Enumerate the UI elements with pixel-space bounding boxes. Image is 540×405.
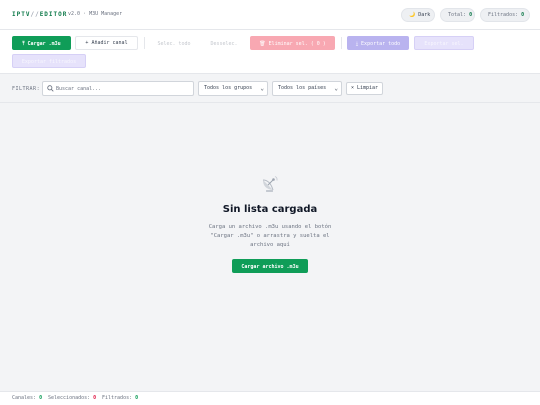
app-header: IPTV//EDITOR v2.0 · M3U Manager 🌙 Dark T…: [0, 0, 540, 30]
satellite-dish-icon: [262, 176, 278, 192]
chevron-down-icon: ⌄: [334, 85, 338, 92]
app-logo: IPTV//EDITOR: [12, 11, 68, 18]
search-icon: [47, 85, 54, 92]
toolbar-divider: [341, 37, 342, 49]
close-icon: ×: [350, 85, 354, 91]
load-m3u-button[interactable]: ⤒ Cargar .m3u: [12, 36, 71, 50]
select-all-button[interactable]: Selec. todo: [150, 36, 198, 50]
toolbar: ⤒ Cargar .m3u + Añadir canal Selec. todo…: [0, 30, 540, 74]
status-bar: Canales: 0 Seleccionados: 0 Filtrados: 0: [0, 391, 540, 405]
status-channels: Canales: 0: [12, 395, 43, 401]
empty-title: Sin lista cargada: [222, 204, 318, 215]
add-channel-button[interactable]: + Añadir canal: [75, 36, 138, 50]
download-icon: ⤓: [355, 41, 359, 47]
country-select[interactable]: Todos los países ⌄: [272, 81, 342, 96]
delete-selected-button[interactable]: 🗑 Eliminar sel. ( 0 ): [250, 36, 335, 50]
status-selected: Seleccionados: 0: [48, 395, 97, 401]
load-file-button[interactable]: Cargar archivo .m3u: [232, 259, 308, 273]
trash-icon: 🗑: [259, 41, 266, 47]
deselect-button[interactable]: Desselec.: [204, 36, 244, 50]
toolbar-divider: [144, 37, 145, 49]
export-selected-button[interactable]: Exportar sel.: [414, 36, 474, 50]
dark-mode-toggle[interactable]: 🌙 Dark: [401, 8, 435, 22]
status-filtered: Filtrados: 0: [102, 395, 139, 401]
app-version: v2.0 · M3U Manager: [68, 11, 123, 17]
empty-description: Carga un archivo .m3u usando el botón "C…: [208, 224, 332, 248]
group-select[interactable]: Todos los grupos ⌄: [198, 81, 268, 96]
filtered-badge: Filtrados: 0: [480, 8, 530, 22]
total-badge: Total: 0: [440, 8, 475, 22]
upload-icon: ⤒: [22, 41, 25, 47]
chevron-down-icon: ⌄: [260, 85, 264, 92]
search-input[interactable]: [56, 83, 191, 94]
export-filtered-button[interactable]: Exportar filtrados: [12, 54, 86, 68]
filter-bar: FILTRAR: Todos los grupos ⌄ Todos los pa…: [0, 74, 540, 103]
export-all-button[interactable]: ⤓ Exportar todo: [347, 36, 409, 50]
clear-filters-button[interactable]: × Limpiar: [346, 82, 383, 95]
filter-label: FILTRAR:: [12, 86, 41, 92]
search-box[interactable]: [42, 81, 194, 96]
plus-icon: +: [85, 40, 89, 46]
moon-icon: 🌙: [409, 12, 416, 18]
